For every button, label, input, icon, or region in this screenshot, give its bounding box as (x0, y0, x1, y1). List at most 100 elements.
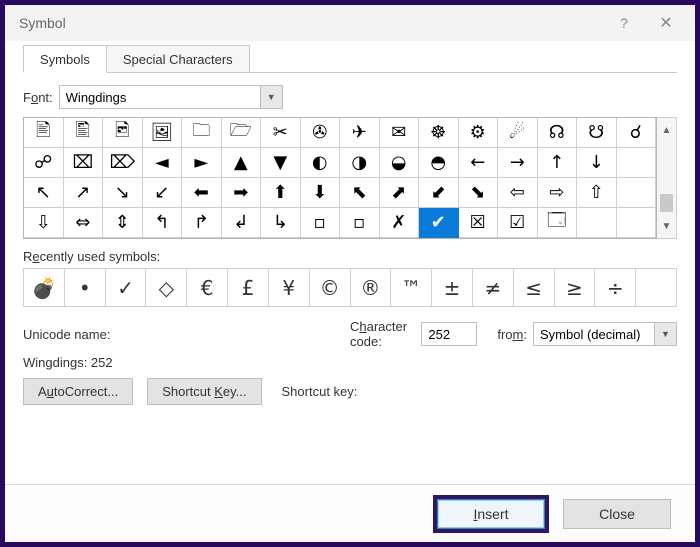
chevron-down-icon[interactable]: ▼ (260, 86, 282, 108)
symbol-cell[interactable]: ☄ (498, 118, 538, 148)
recent-symbols[interactable]: 💣•✓◇€£¥©®™±≠≤≥÷ (23, 268, 677, 307)
symbol-cell[interactable]: ⬆ (261, 178, 301, 208)
recent-symbol-cell[interactable]: 💣 (24, 269, 65, 307)
recent-symbol-cell[interactable]: ✓ (106, 269, 147, 307)
symbol-cell[interactable]: ◒ (380, 148, 420, 178)
recent-symbol-cell[interactable]: £ (228, 269, 269, 307)
recent-symbol-cell[interactable]: ® (351, 269, 392, 307)
tab-special-characters[interactable]: Special Characters (106, 45, 250, 73)
scroll-up-icon[interactable]: ▲ (657, 118, 676, 142)
symbol-cell[interactable]: ☑ (498, 208, 538, 238)
recent-symbol-cell[interactable]: ≠ (473, 269, 514, 307)
symbol-cell[interactable]: ⬇ (301, 178, 341, 208)
scroll-thumb[interactable] (660, 194, 673, 212)
recent-symbol-cell[interactable]: ≥ (555, 269, 596, 307)
symbol-cell[interactable]: ⇧ (577, 178, 617, 208)
symbol-cell[interactable]: 🖹 (24, 118, 64, 148)
symbol-cell[interactable]: ← (459, 148, 499, 178)
symbol-cell[interactable]: ⇔ (64, 208, 104, 238)
from-combo[interactable]: ▼ (533, 322, 677, 346)
symbol-cell[interactable]: ↖ (24, 178, 64, 208)
recent-symbol-cell[interactable]: • (65, 269, 106, 307)
symbol-cell[interactable]: ↓ (577, 148, 617, 178)
symbol-cell[interactable]: ▫ (340, 208, 380, 238)
symbol-cell[interactable]: ✇ (301, 118, 341, 148)
grid-scrollbar[interactable]: ▲ ▼ (657, 117, 677, 239)
symbol-cell[interactable]: ↳ (261, 208, 301, 238)
symbol-cell[interactable]: ☌ (617, 118, 657, 148)
symbol-grid[interactable]: 🖹🖺🖻🖼🗀🗁✂✇✈✉☸⚙☄☊☋☌☍⌧⌦◄►▲▼◐◑◒◓←→↑↓ ↖↗↘↙⬅➡⬆⬇… (23, 117, 657, 239)
symbol-cell[interactable]: 🖼 (143, 118, 183, 148)
recent-symbol-cell[interactable]: ≤ (514, 269, 555, 307)
symbol-cell[interactable]: → (498, 148, 538, 178)
symbol-cell[interactable]: ▼ (261, 148, 301, 178)
charcode-input[interactable] (421, 322, 477, 346)
symbol-cell[interactable]: ⇩ (24, 208, 64, 238)
from-input[interactable] (534, 323, 654, 345)
symbol-cell[interactable] (617, 178, 657, 208)
tab-symbols[interactable]: Symbols (23, 45, 107, 73)
symbol-cell[interactable]: ↘ (103, 178, 143, 208)
recent-symbol-cell[interactable]: ÷ (595, 269, 636, 307)
symbol-cell[interactable]: ⬊ (459, 178, 499, 208)
symbol-cell[interactable]: ☍ (24, 148, 64, 178)
symbol-cell[interactable]: ↰ (143, 208, 183, 238)
font-input[interactable] (60, 86, 260, 108)
symbol-cell[interactable]: ✈ (340, 118, 380, 148)
chevron-down-icon[interactable]: ▼ (654, 323, 676, 345)
symbol-cell[interactable]: ◑ (340, 148, 380, 178)
symbol-cell[interactable]: ↲ (222, 208, 262, 238)
close-button[interactable]: Close (563, 499, 671, 529)
symbol-cell[interactable]: 🗔 (538, 208, 578, 238)
symbol-cell[interactable]: ✔ (419, 208, 459, 238)
symbol-cell[interactable]: 🗁 (222, 118, 262, 148)
autocorrect-button[interactable]: AutoCorrect... (23, 378, 133, 405)
symbol-cell[interactable]: ↙ (143, 178, 183, 208)
symbol-cell[interactable]: ↑ (538, 148, 578, 178)
recent-symbol-cell[interactable]: © (310, 269, 351, 307)
symbol-cell[interactable]: ⇨ (538, 178, 578, 208)
symbol-cell[interactable]: ✂ (261, 118, 301, 148)
symbol-cell[interactable]: ⬈ (380, 178, 420, 208)
scroll-down-icon[interactable]: ▼ (657, 214, 676, 238)
help-button[interactable]: ? (603, 8, 645, 38)
symbol-cell[interactable]: ▲ (222, 148, 262, 178)
symbol-cell[interactable]: ➡ (222, 178, 262, 208)
recent-symbol-cell[interactable] (636, 269, 677, 307)
symbol-cell[interactable] (617, 148, 657, 178)
shortcut-key-button[interactable]: Shortcut Key... (147, 378, 261, 405)
symbol-cell[interactable]: ↱ (182, 208, 222, 238)
symbol-cell[interactable]: ☋ (577, 118, 617, 148)
symbol-cell[interactable]: ◄ (143, 148, 183, 178)
symbol-cell[interactable]: ↗ (64, 178, 104, 208)
recent-symbol-cell[interactable]: ¥ (269, 269, 310, 307)
symbol-cell[interactable] (617, 208, 657, 238)
symbol-cell[interactable]: ⬅ (182, 178, 222, 208)
symbol-cell[interactable]: ⬋ (419, 178, 459, 208)
symbol-cell[interactable] (577, 208, 617, 238)
symbol-cell[interactable]: ☸ (419, 118, 459, 148)
symbol-cell[interactable]: ✉ (380, 118, 420, 148)
symbol-cell[interactable]: ⇦ (498, 178, 538, 208)
symbol-cell[interactable]: ⚙ (459, 118, 499, 148)
symbol-cell[interactable]: ► (182, 148, 222, 178)
symbol-cell[interactable]: 🖺 (64, 118, 104, 148)
symbol-cell[interactable]: ⌦ (103, 148, 143, 178)
symbol-cell[interactable]: ✗ (380, 208, 420, 238)
symbol-cell[interactable]: ◐ (301, 148, 341, 178)
symbol-cell[interactable]: ◓ (419, 148, 459, 178)
scroll-track[interactable] (657, 142, 676, 214)
recent-symbol-cell[interactable]: ◇ (146, 269, 187, 307)
insert-button[interactable]: Insert (437, 499, 545, 529)
recent-symbol-cell[interactable]: ± (432, 269, 473, 307)
symbol-cell[interactable]: ⌧ (64, 148, 104, 178)
recent-symbol-cell[interactable]: € (187, 269, 228, 307)
symbol-cell[interactable]: ☒ (459, 208, 499, 238)
symbol-cell[interactable]: 🖻 (103, 118, 143, 148)
recent-symbol-cell[interactable]: ™ (391, 269, 432, 307)
symbol-cell[interactable]: ▫ (301, 208, 341, 238)
symbol-cell[interactable]: ☊ (538, 118, 578, 148)
font-combo[interactable]: ▼ (59, 85, 283, 109)
close-window-button[interactable]: ✕ (645, 8, 687, 38)
symbol-cell[interactable]: ⇕ (103, 208, 143, 238)
